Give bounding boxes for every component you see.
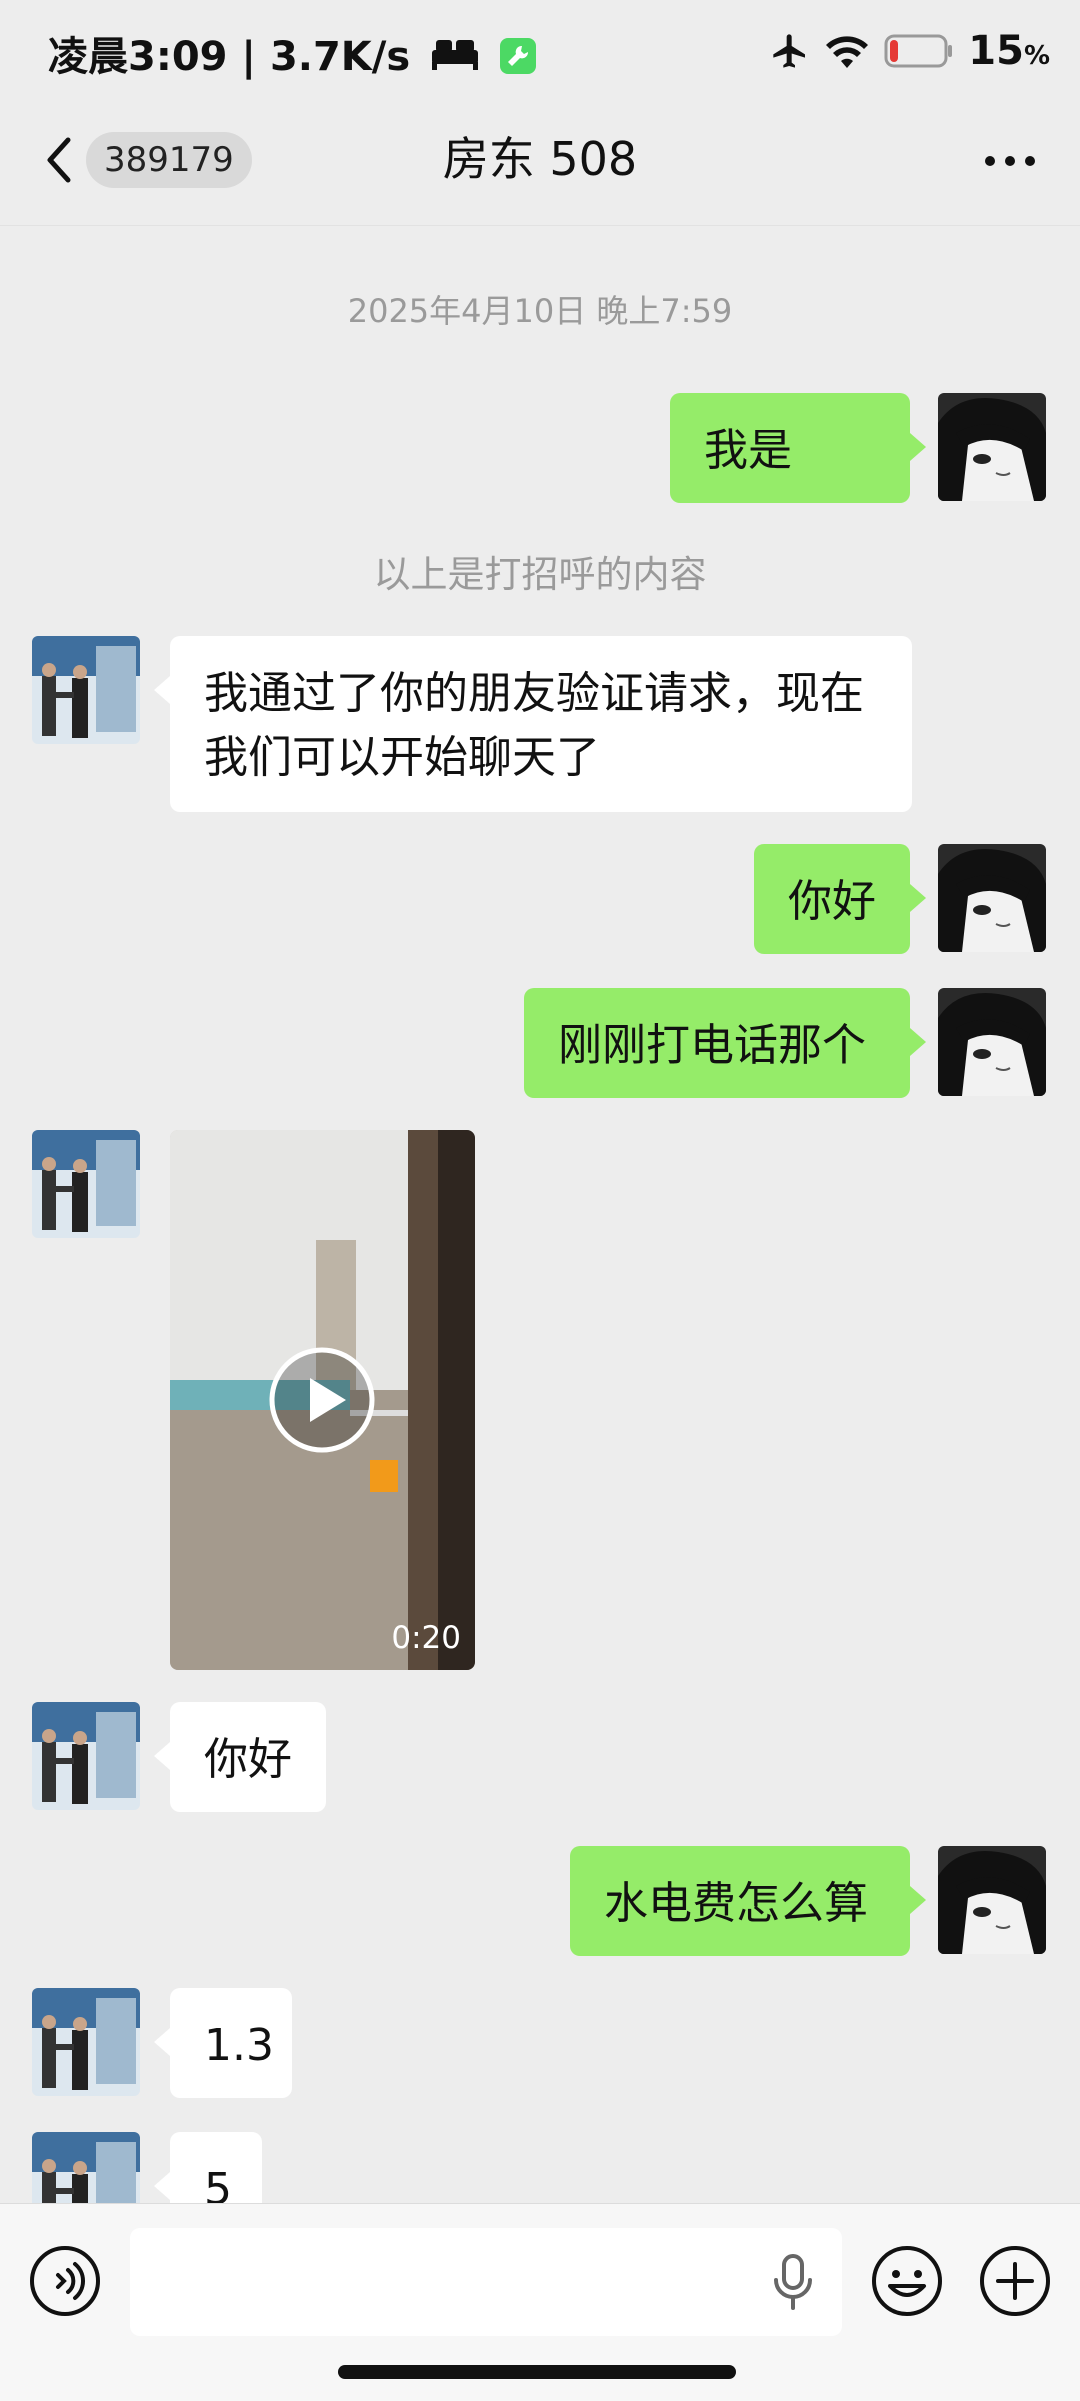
message-bubble-me[interactable]: 我是 — [670, 393, 926, 503]
message-text: 我通过了你的朋友验证请求，现在我们可以开始聊天了 — [204, 668, 864, 783]
more-dots-icon[interactable] — [980, 136, 1040, 186]
contact-avatar[interactable] — [32, 636, 140, 744]
message-text: 刚刚打电话那个 — [558, 1020, 866, 1071]
battery-percentage: 15% — [968, 28, 1050, 74]
message-bubble-other[interactable]: 1.3 — [154, 1988, 292, 2098]
video-duration: 0:20 — [391, 1620, 461, 1656]
bed-icon — [432, 40, 479, 70]
my-avatar[interactable] — [938, 844, 1046, 952]
contact-avatar[interactable] — [32, 1130, 140, 1238]
status-time: 凌晨3:09 | 3.7K/s — [48, 34, 411, 80]
battery-icon — [884, 34, 953, 68]
business-handshake-avatar-image — [32, 636, 140, 744]
anime-avatar-image — [938, 1846, 1046, 1954]
microphone-icon[interactable] — [768, 2254, 818, 2310]
status-bar: 凌晨3:09 | 3.7K/s 15% — [0, 0, 1080, 100]
anime-avatar-image — [938, 988, 1046, 1096]
video-message[interactable]: 0:20 — [170, 1130, 475, 1670]
tool-app-icon — [500, 38, 537, 74]
status-time-speed: 凌晨3:09 | 3.7K/s — [48, 24, 537, 82]
message-text: 你好 — [788, 876, 876, 927]
business-handshake-avatar-image — [32, 1988, 140, 2096]
message-bubble-me[interactable]: 刚刚打电话那个 — [524, 988, 926, 1098]
anime-avatar-image — [938, 844, 1046, 952]
message-input[interactable] — [130, 2228, 842, 2336]
contact-avatar[interactable] — [32, 1702, 140, 1810]
airplane-icon — [773, 34, 806, 68]
emoji-icon[interactable] — [870, 2244, 944, 2318]
message-text: 水电费怎么算 — [604, 1878, 868, 1929]
contact-avatar[interactable] — [32, 1988, 140, 2096]
battery-fill — [890, 40, 899, 62]
chat-header: 房东 508 389179 — [0, 100, 1080, 226]
my-avatar[interactable] — [938, 988, 1046, 1096]
wifi-icon — [826, 36, 869, 68]
greeting-notice: 以上是打招呼的内容 — [373, 553, 707, 596]
plus-icon[interactable] — [978, 2244, 1052, 2318]
business-handshake-avatar-image — [32, 1702, 140, 1810]
message-text: 1.3 — [204, 2020, 274, 2071]
anime-avatar-image — [938, 393, 1046, 501]
message-bubble-other[interactable]: 我通过了你的朋友验证请求，现在我们可以开始聊天了 — [154, 636, 912, 812]
status-right: 15% — [770, 26, 1050, 76]
message-bubble-other[interactable]: 你好 — [154, 1702, 326, 1812]
my-avatar[interactable] — [938, 393, 1046, 501]
my-avatar[interactable] — [938, 1846, 1046, 1954]
chat-timestamp: 2025年4月10日 晚上7:59 — [347, 292, 733, 330]
play-icon[interactable] — [268, 1346, 376, 1454]
voice-icon[interactable] — [28, 2244, 102, 2318]
message-text: 你好 — [204, 1734, 292, 1785]
unread-count-badge[interactable]: 389179 — [86, 132, 252, 188]
message-text: 我是 — [704, 425, 792, 476]
home-indicator[interactable] — [338, 2365, 736, 2379]
message-bubble-me[interactable]: 水电费怎么算 — [570, 1846, 926, 1956]
business-handshake-avatar-image — [32, 1130, 140, 1238]
chevron-left-icon[interactable] — [30, 130, 90, 190]
message-bubble-me[interactable]: 你好 — [754, 844, 926, 954]
